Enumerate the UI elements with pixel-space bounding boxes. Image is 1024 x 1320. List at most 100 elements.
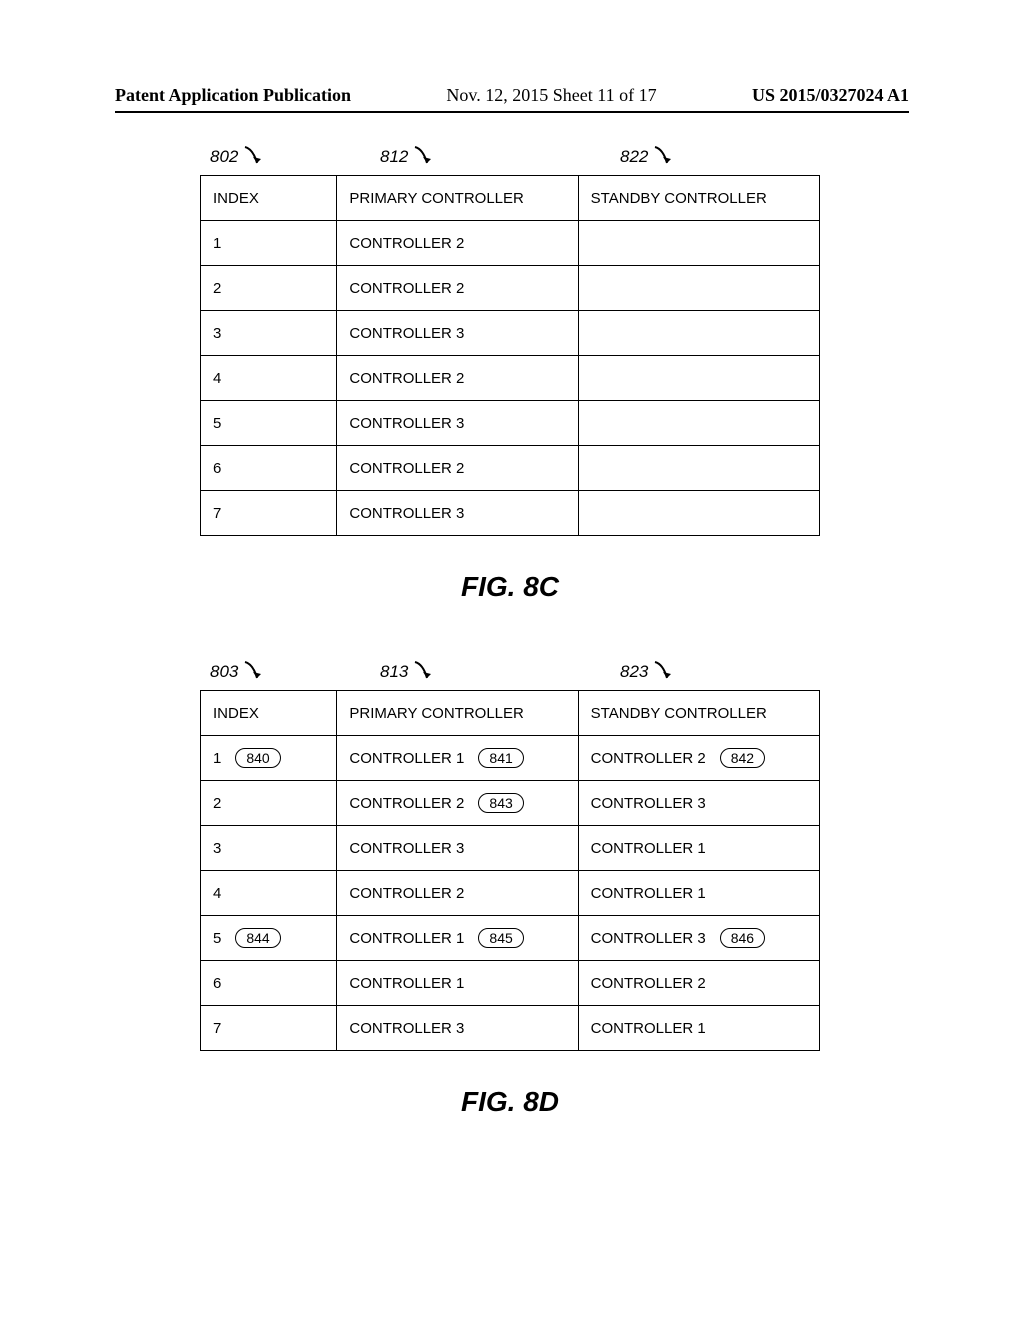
cell-index: 1 <box>201 221 337 266</box>
ref-label-822: 822 <box>620 140 673 167</box>
cell-index-text: 4 <box>213 885 221 902</box>
cell-primary-text: CONTROLLER 2 <box>349 235 464 252</box>
cell-standby-text: CONTROLLER 1 <box>591 885 706 902</box>
col-header-index: INDEX <box>201 691 337 736</box>
cell-index-text: 2 <box>213 280 221 297</box>
cell-primary: CONTROLLER 3 <box>337 826 578 871</box>
cell-index: 5 844 <box>201 916 337 961</box>
cell-primary-text: CONTROLLER 2 <box>349 280 464 297</box>
reference-callout: 842 <box>720 748 765 768</box>
table-header-row: INDEX PRIMARY CONTROLLER STANDBY CONTROL… <box>201 176 820 221</box>
table-row: 6 CONTROLLER 2 <box>201 446 820 491</box>
cell-primary: CONTROLLER 3 <box>337 401 578 446</box>
ref-label-812: 812 <box>380 140 433 167</box>
reference-callout: 840 <box>235 748 280 768</box>
figure-8c: 802 812 822 INDEX PRIMARY CONTROLLER STA… <box>200 175 820 603</box>
cell-primary-text: CONTROLLER 2 <box>349 885 464 902</box>
cell-primary: CONTROLLER 3 <box>337 491 578 536</box>
cell-index-text: 2 <box>213 795 221 812</box>
cell-standby <box>578 491 819 536</box>
ref-label-823: 823 <box>620 655 673 682</box>
reference-callout: 846 <box>720 928 765 948</box>
table-row: 7 CONTROLLER 3 <box>201 491 820 536</box>
table-row: 3CONTROLLER 3CONTROLLER 1 <box>201 826 820 871</box>
cell-index-text: 5 <box>213 930 221 947</box>
cell-index-text: 6 <box>213 460 221 477</box>
cell-index-text: 7 <box>213 505 221 522</box>
col-header-standby: STANDBY CONTROLLER <box>578 176 819 221</box>
cell-standby: CONTROLLER 1 <box>578 826 819 871</box>
cell-primary-text: CONTROLLER 3 <box>349 505 464 522</box>
cell-primary-text: CONTROLLER 3 <box>349 840 464 857</box>
cell-primary: CONTROLLER 3 <box>337 311 578 356</box>
reference-callout: 843 <box>478 793 523 813</box>
cell-primary-text: CONTROLLER 3 <box>349 325 464 342</box>
header-docnum: US 2015/0327024 A1 <box>752 85 909 106</box>
cell-standby-text: CONTROLLER 2 <box>591 750 706 767</box>
cell-index-text: 4 <box>213 370 221 387</box>
cell-primary: CONTROLLER 3 <box>337 1006 578 1051</box>
cell-primary: CONTROLLER 2 <box>337 356 578 401</box>
cell-standby-text: CONTROLLER 3 <box>591 930 706 947</box>
arrow-icon <box>413 660 433 685</box>
table-8d: INDEX PRIMARY CONTROLLER STANDBY CONTROL… <box>200 690 820 1051</box>
table-row: 6CONTROLLER 1CONTROLLER 2 <box>201 961 820 1006</box>
figure-caption-8d: FIG. 8D <box>200 1086 820 1118</box>
cell-primary-text: CONTROLLER 1 <box>349 975 464 992</box>
table-header-row: INDEX PRIMARY CONTROLLER STANDBY CONTROL… <box>201 691 820 736</box>
arrow-icon <box>653 145 673 170</box>
table-row: 1840CONTROLLER 1841CONTROLLER 2842 <box>201 736 820 781</box>
cell-index-text: 5 <box>213 415 221 432</box>
table-row: 5 844 CONTROLLER 1 845 CONTROLLER 3 846 <box>201 916 820 961</box>
cell-standby: CONTROLLER 3 846 <box>578 916 819 961</box>
header-publication: Patent Application Publication <box>115 85 351 106</box>
cell-standby-text: CONTROLLER 1 <box>591 840 706 857</box>
cell-standby: CONTROLLER 1 <box>578 1006 819 1051</box>
cell-index-text: 7 <box>213 1020 221 1037</box>
table-row: 3 CONTROLLER 3 <box>201 311 820 356</box>
cell-standby <box>578 401 819 446</box>
cell-index: 7 <box>201 491 337 536</box>
cell-standby: CONTROLLER 1 <box>578 871 819 916</box>
figure-8d: 803 813 823 INDEX PRIMARY CONTROLLER STA… <box>200 690 820 1118</box>
cell-standby <box>578 356 819 401</box>
table-row: 4 CONTROLLER 2 CONTROLLER 1 <box>201 871 820 916</box>
cell-standby-text: CONTROLLER 3 <box>591 795 706 812</box>
cell-index-text: 3 <box>213 325 221 342</box>
table-row: 2 CONTROLLER 2 <box>201 266 820 311</box>
cell-primary-text: CONTROLLER 2 <box>349 370 464 387</box>
cell-standby: CONTROLLER 3 <box>578 781 819 826</box>
cell-index: 2 <box>201 781 337 826</box>
reference-callout: 844 <box>235 928 280 948</box>
page-header: Patent Application Publication Nov. 12, … <box>115 85 909 113</box>
cell-index: 5 <box>201 401 337 446</box>
ref-label-802: 802 <box>210 140 263 167</box>
arrow-icon <box>243 145 263 170</box>
reference-callout: 841 <box>478 748 523 768</box>
cell-standby <box>578 221 819 266</box>
cell-index: 2 <box>201 266 337 311</box>
cell-standby-text: CONTROLLER 1 <box>591 1020 706 1037</box>
cell-primary: CONTROLLER 1 845 <box>337 916 578 961</box>
cell-primary-text: CONTROLLER 2 <box>349 795 464 812</box>
cell-index: 1840 <box>201 736 337 781</box>
cell-primary: CONTROLLER 1 <box>337 961 578 1006</box>
cell-primary-text: CONTROLLER 3 <box>349 415 464 432</box>
cell-primary-text: CONTROLLER 1 <box>349 930 464 947</box>
cell-standby: CONTROLLER 2 842 <box>578 736 819 781</box>
table-row: 4 CONTROLLER 2 <box>201 356 820 401</box>
cell-index-text: 1 <box>213 235 221 252</box>
col-header-primary: PRIMARY CONTROLLER <box>337 176 578 221</box>
cell-standby-text: CONTROLLER 2 <box>591 975 706 992</box>
cell-index: 4 <box>201 871 337 916</box>
arrow-icon <box>243 660 263 685</box>
cell-primary-text: CONTROLLER 3 <box>349 1020 464 1037</box>
reference-callout: 845 <box>478 928 523 948</box>
cell-primary-text: CONTROLLER 2 <box>349 460 464 477</box>
table-row: 7 CONTROLLER 3 CONTROLLER 1 <box>201 1006 820 1051</box>
cell-primary: CONTROLLER 2 <box>337 446 578 491</box>
col-header-index: INDEX <box>201 176 337 221</box>
cell-standby <box>578 446 819 491</box>
cell-primary: CONTROLLER 2 <box>337 266 578 311</box>
cell-primary: CONTROLLER 2 <box>337 221 578 266</box>
